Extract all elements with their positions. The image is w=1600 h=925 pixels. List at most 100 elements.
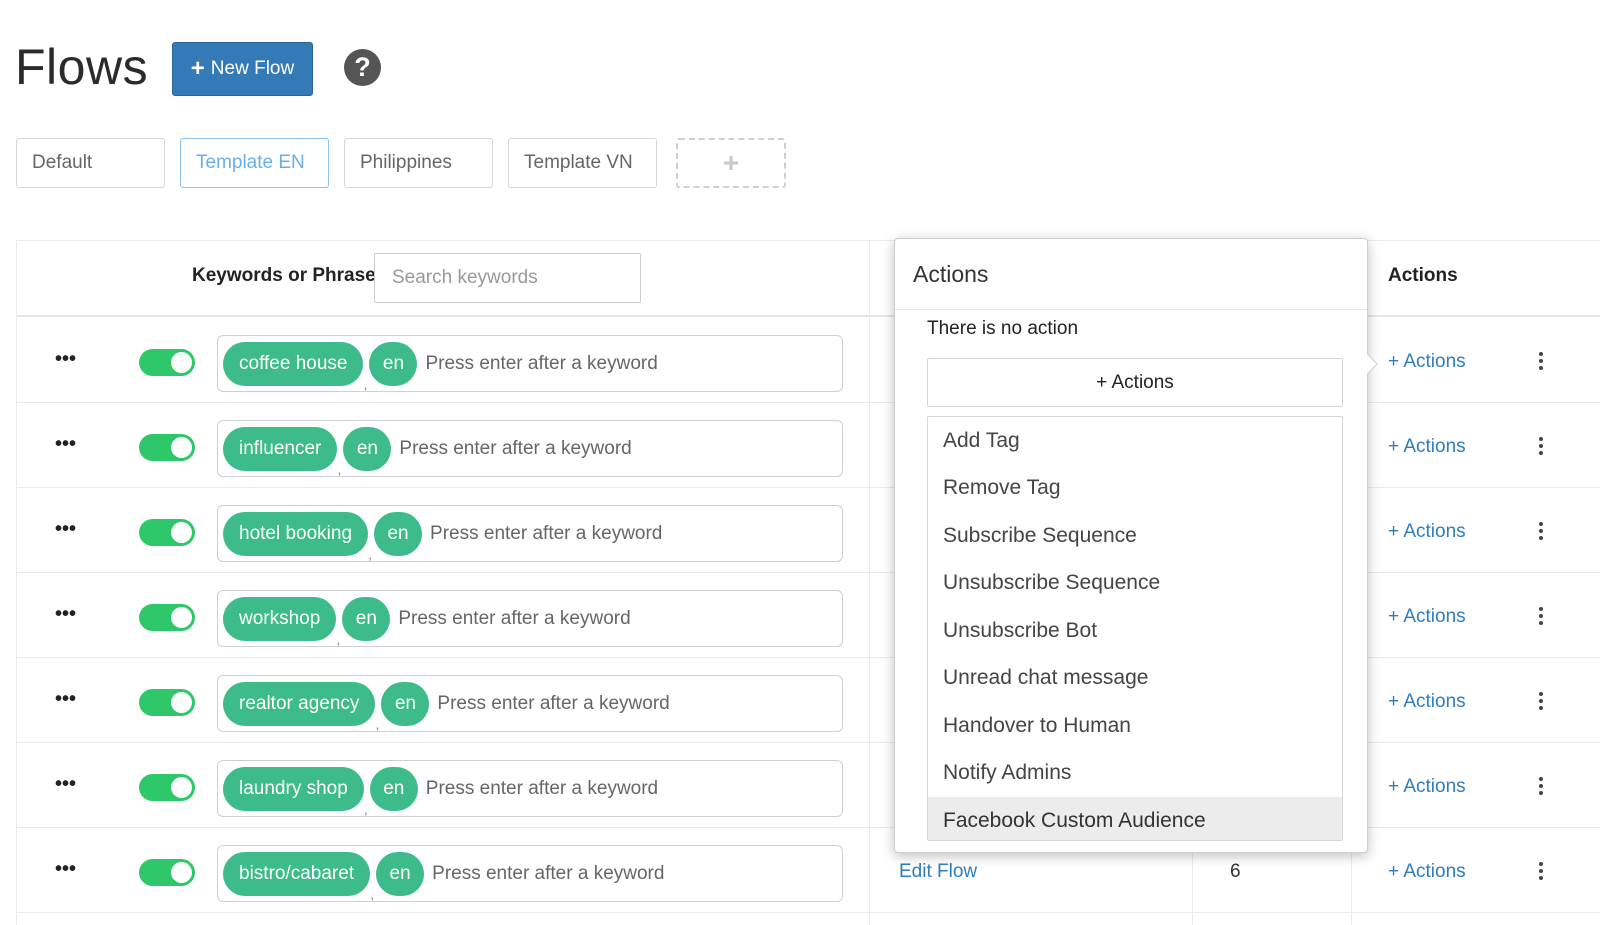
action-option[interactable]: Unsubscribe Sequence	[928, 560, 1342, 608]
action-option[interactable]: Remove Tag	[928, 465, 1342, 513]
comma-separator: ,	[363, 375, 368, 392]
keyword-chip-label: influencer	[239, 437, 322, 459]
keyword-chip[interactable]: laundry shop,	[223, 766, 368, 817]
flow-enabled-toggle[interactable]	[139, 604, 195, 631]
flow-enabled-toggle[interactable]	[139, 434, 195, 461]
keyword-chip[interactable]: realtor agency,	[223, 681, 379, 732]
no-action-text: There is no action	[927, 318, 1079, 339]
plus-icon: +	[722, 147, 740, 178]
keyword-input[interactable]: workshop, en Press enter after a keyword	[217, 590, 843, 647]
row-menu-icon[interactable]: •••	[55, 433, 76, 456]
row-menu-icon[interactable]: •••	[55, 603, 76, 626]
keyword-input-placeholder: Press enter after a keyword	[398, 607, 631, 629]
help-icon[interactable]: ?	[344, 49, 381, 86]
keyword-input[interactable]: realtor agency, en Press enter after a k…	[217, 675, 843, 732]
flow-folder-tabs: Default Template EN Philippines Template…	[16, 138, 786, 188]
action-option[interactable]: Facebook Custom Audience	[928, 797, 1342, 840]
comma-separator: ,	[336, 630, 341, 647]
keywords-column-header: Keywords or Phrase	[192, 265, 376, 286]
keyword-chip-label: workshop	[239, 607, 321, 629]
comma-separator: ,	[337, 460, 342, 477]
flow-enabled-toggle[interactable]	[139, 349, 195, 376]
keyword-chip-label: laundry shop	[239, 777, 348, 799]
action-option[interactable]: Add Tag	[928, 417, 1342, 465]
keyword-input-placeholder: Press enter after a keyword	[432, 862, 665, 884]
language-chip[interactable]: en	[343, 426, 392, 471]
more-vertical-icon[interactable]	[1538, 522, 1544, 540]
language-chip[interactable]: en	[369, 341, 418, 386]
flow-enabled-toggle[interactable]	[139, 689, 195, 716]
more-vertical-icon[interactable]	[1538, 777, 1544, 795]
row-menu-icon[interactable]: •••	[55, 773, 76, 796]
row-menu-icon[interactable]: •••	[55, 688, 76, 711]
row-actions-link[interactable]: + Actions	[1388, 521, 1466, 543]
keyword-chip-label: hotel booking	[239, 522, 353, 544]
keyword-chip[interactable]: coffee house,	[223, 341, 367, 392]
row-actions-link[interactable]: + Actions	[1388, 861, 1466, 883]
divider	[895, 309, 1367, 310]
keyword-input-placeholder: Press enter after a keyword	[399, 437, 632, 459]
keyword-input-placeholder: Press enter after a keyword	[425, 777, 659, 799]
new-flow-label: New Flow	[210, 58, 295, 79]
comma-separator: ,	[370, 885, 375, 902]
action-options-list: Add Tag Remove Tag Subscribe Sequence Unsub…	[927, 416, 1343, 841]
comma-separator: ,	[368, 545, 373, 562]
tab-template-vn[interactable]: Template VN	[508, 138, 657, 188]
keyword-input-placeholder: Press enter after a keyword	[430, 522, 663, 544]
add-action-button[interactable]: + Actions	[927, 358, 1343, 407]
comma-separator: ,	[375, 715, 380, 732]
keyword-input[interactable]: influencer, en Press enter after a keywo…	[217, 420, 843, 477]
more-vertical-icon[interactable]	[1538, 607, 1544, 625]
keyword-input[interactable]: hotel booking, en Press enter after a ke…	[217, 505, 843, 562]
flow-enabled-toggle[interactable]	[139, 859, 195, 886]
plus-icon: +	[190, 55, 205, 82]
edit-flow-link[interactable]: Edit Flow	[899, 861, 977, 883]
more-vertical-icon[interactable]	[1538, 862, 1544, 880]
more-vertical-icon[interactable]	[1538, 437, 1544, 455]
action-option[interactable]: Subscribe Sequence	[928, 512, 1342, 560]
more-vertical-icon[interactable]	[1538, 692, 1544, 710]
keyword-chip[interactable]: hotel booking,	[223, 511, 372, 562]
action-option[interactable]: Handover to Human	[928, 702, 1342, 750]
language-chip[interactable]: en	[376, 851, 425, 896]
row-actions-link[interactable]: + Actions	[1388, 606, 1466, 628]
keyword-input[interactable]: laundry shop, en Press enter after a key…	[217, 760, 843, 817]
keyword-chip[interactable]: bistro/cabaret,	[223, 851, 374, 902]
keyword-input-placeholder: Press enter after a keyword	[425, 352, 658, 374]
actions-popover: Actions There is no action + Actions Add…	[894, 238, 1378, 853]
keyword-input[interactable]: bistro/cabaret, en Press enter after a k…	[217, 845, 843, 902]
row-actions-link[interactable]: + Actions	[1388, 776, 1466, 798]
more-vertical-icon[interactable]	[1538, 352, 1544, 370]
actions-column-header: Actions	[1388, 265, 1458, 286]
row-menu-icon[interactable]: •••	[55, 858, 76, 881]
popover-title: Actions	[913, 261, 989, 287]
row-actions-link[interactable]: + Actions	[1388, 351, 1466, 373]
action-option[interactable]: Unsubscribe Bot	[928, 607, 1342, 655]
row-menu-icon[interactable]: •••	[55, 518, 76, 541]
keyword-input[interactable]: coffee house, en Press enter after a key…	[217, 335, 843, 392]
flow-enabled-toggle[interactable]	[139, 519, 195, 546]
language-chip[interactable]: en	[342, 596, 391, 641]
action-option[interactable]: Notify Admins	[928, 750, 1342, 798]
add-folder-button[interactable]: +	[676, 138, 786, 188]
keyword-chip-label: realtor agency	[239, 692, 360, 714]
row-actions-link[interactable]: + Actions	[1388, 691, 1466, 713]
keyword-chip-label: bistro/cabaret	[239, 862, 355, 884]
keyword-input-placeholder: Press enter after a keyword	[437, 692, 670, 714]
row-count: 6	[1230, 861, 1241, 882]
row-actions-link[interactable]: + Actions	[1388, 436, 1466, 458]
tab-default[interactable]: Default	[16, 138, 165, 188]
row-menu-icon[interactable]: •••	[55, 348, 76, 371]
page-title: Flows	[15, 39, 149, 95]
action-option[interactable]: Unread chat message	[928, 655, 1342, 703]
keyword-chip[interactable]: workshop,	[223, 596, 340, 647]
language-chip[interactable]: en	[369, 766, 418, 811]
tab-philippines[interactable]: Philippines	[344, 138, 493, 188]
language-chip[interactable]: en	[374, 511, 423, 556]
new-flow-button[interactable]: + New Flow	[172, 42, 313, 96]
flow-enabled-toggle[interactable]	[139, 774, 195, 801]
keyword-chip[interactable]: influencer,	[223, 426, 341, 477]
tab-template-en[interactable]: Template EN	[180, 138, 329, 188]
language-chip[interactable]: en	[381, 681, 430, 726]
search-keywords-input[interactable]	[374, 253, 641, 303]
